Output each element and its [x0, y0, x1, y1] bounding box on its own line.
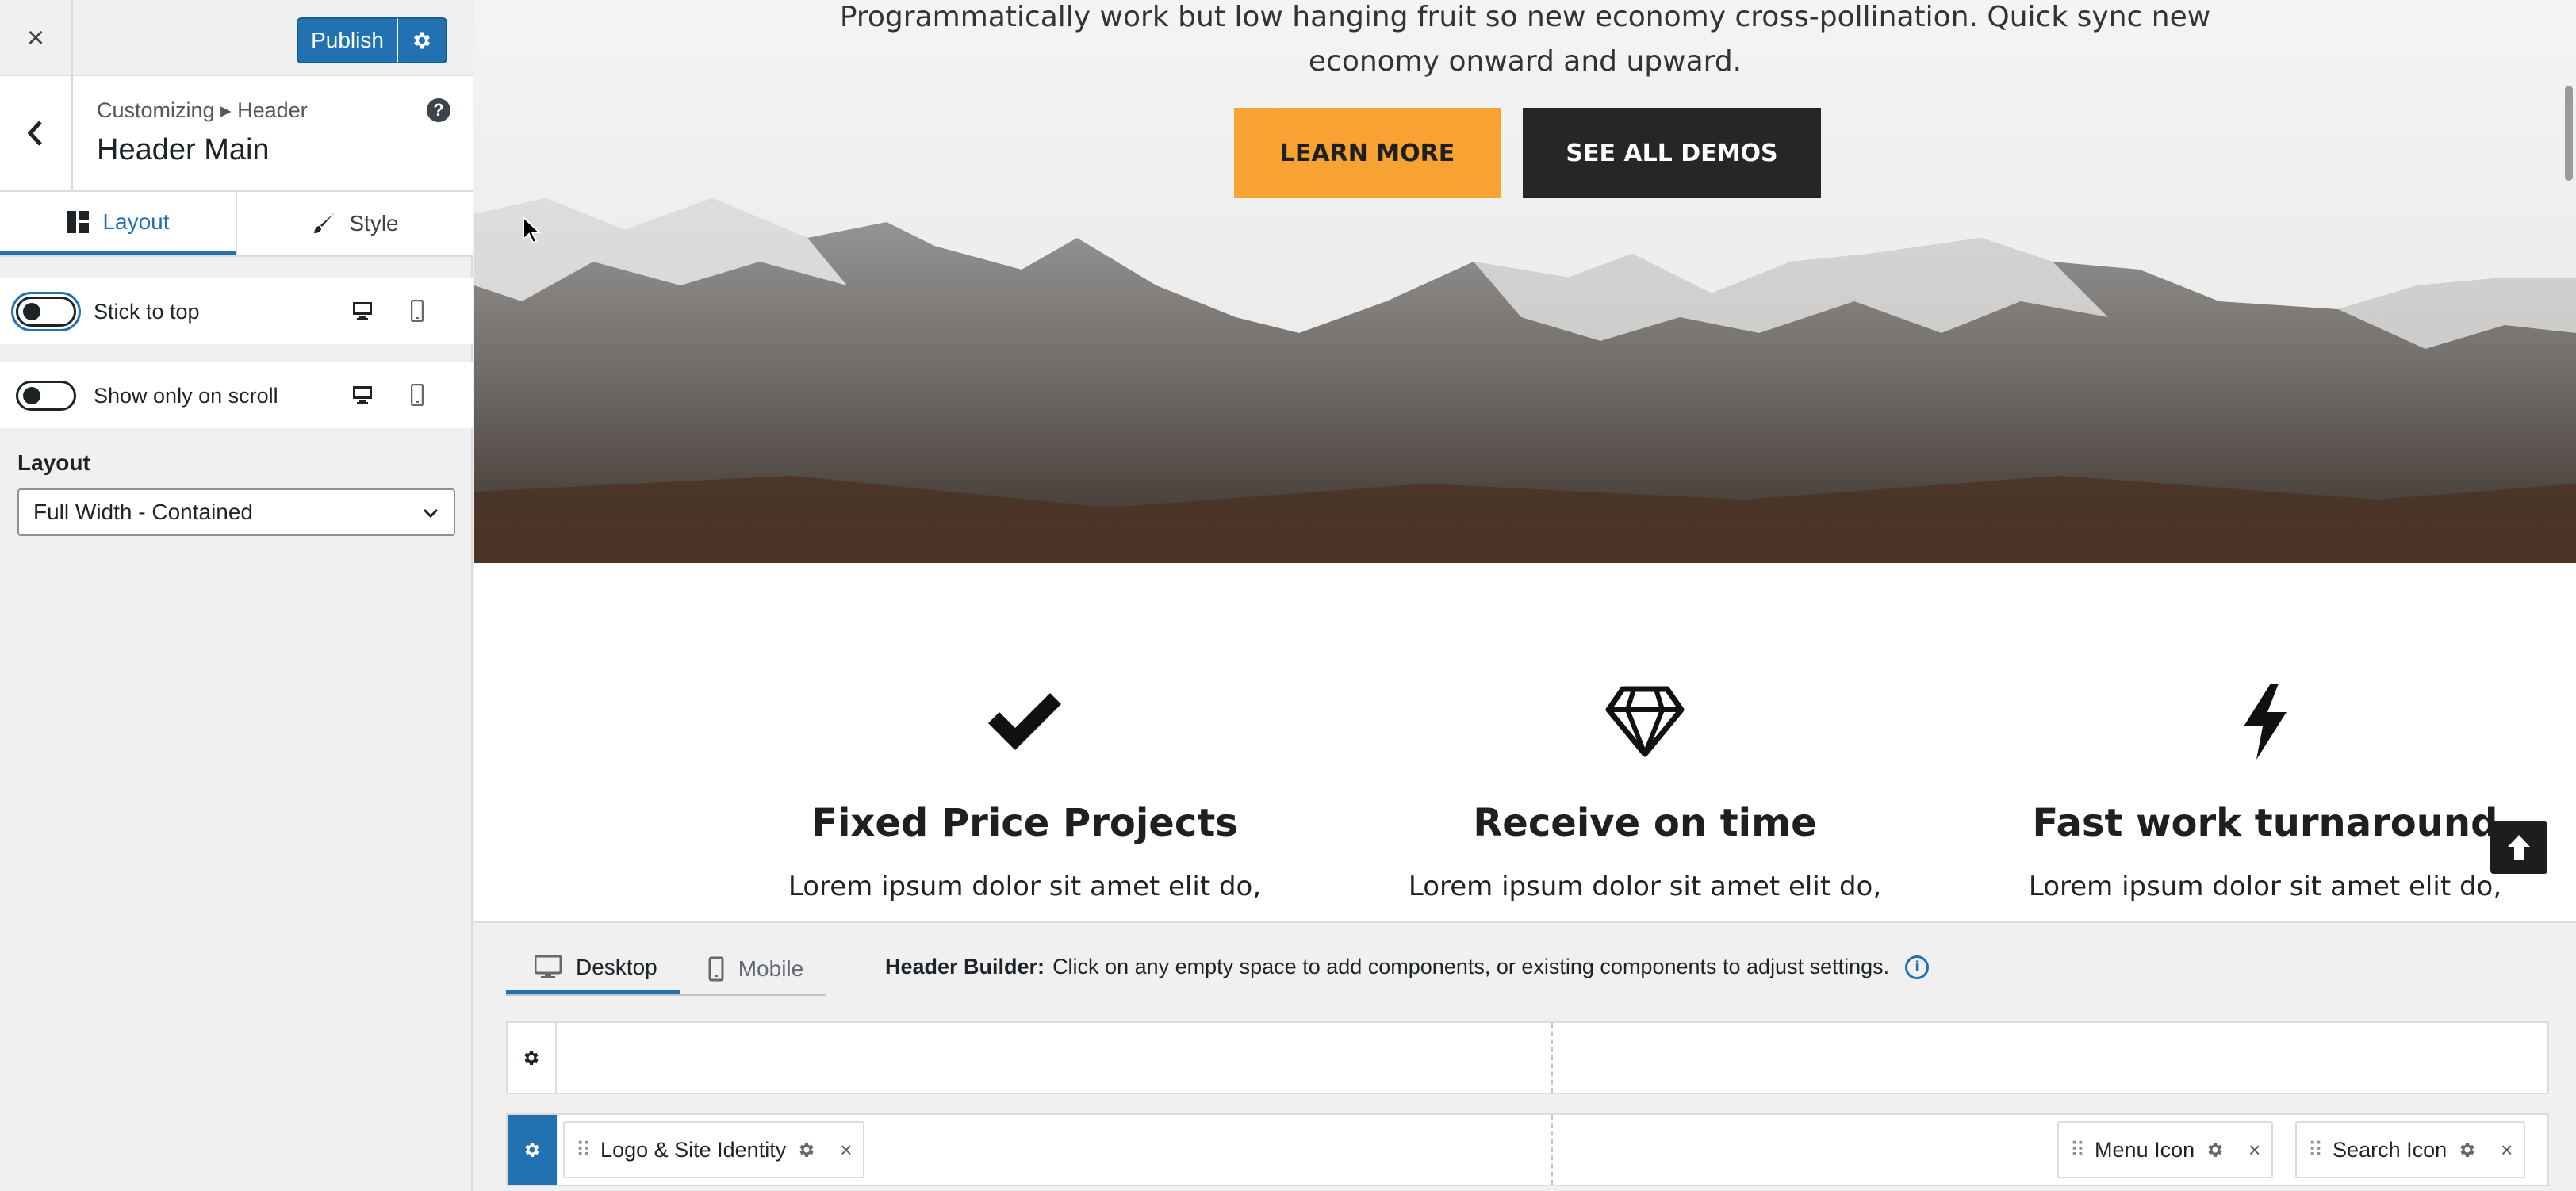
feature-text: Lorem ipsum dolor sit amet elit do,	[788, 871, 1262, 902]
see-all-demos-button[interactable]: SEE ALL DEMOS	[1523, 108, 1821, 198]
info-icon[interactable]: i	[1905, 955, 1930, 979]
layout-label: Layout	[17, 450, 90, 475]
component-menu-icon[interactable]: ⠿ Menu Icon ×	[2057, 1121, 2274, 1178]
tab-desktop-label: Desktop	[576, 954, 657, 979]
mobile-icon[interactable]	[411, 300, 424, 322]
tab-style[interactable]: Style	[236, 192, 473, 255]
feature-fixed-price: Fixed Price Projects Lorem ipsum dolor s…	[747, 682, 1302, 902]
gear-icon[interactable]	[2458, 1140, 2477, 1159]
drag-handle-icon[interactable]: ⠿	[2070, 1138, 2085, 1162]
help-icon[interactable]: ?	[427, 98, 450, 122]
drag-handle-icon[interactable]: ⠿	[576, 1138, 591, 1162]
desktop-icon[interactable]	[352, 301, 373, 320]
layout-select[interactable]: Full Width - Contained	[17, 488, 455, 536]
section-title: Header Main	[97, 133, 270, 167]
feature-receive-on-time: Receive on time Lorem ipsum dolor sit am…	[1367, 682, 1922, 902]
section-header: Customizing ▸ Header Header Main ?	[0, 76, 473, 192]
customizer-topbar: × Publish	[0, 0, 473, 76]
builder-device-tabs: Desktop Mobile	[506, 944, 826, 996]
hero-line-2: economy onward and upward.	[1308, 45, 1742, 78]
gear-icon[interactable]	[2206, 1140, 2225, 1159]
gear-icon	[525, 1143, 539, 1157]
diamond-icon	[1605, 686, 1685, 757]
drag-handle-icon[interactable]: ⠿	[2308, 1138, 2323, 1162]
component-logo-site-identity[interactable]: ⠿ Logo & Site Identity ×	[563, 1121, 865, 1178]
mountain-image	[474, 0, 2576, 563]
feature-text: Lorem ipsum dolor sit amet elit do,	[1408, 871, 1882, 902]
publish-settings-button[interactable]	[397, 17, 447, 63]
tab-style-label: Style	[349, 211, 399, 236]
remove-component-icon[interactable]: ×	[840, 1138, 852, 1162]
stick-to-top-label: Stick to top	[94, 300, 200, 324]
checkmark-icon	[988, 693, 1061, 750]
chevron-down-icon	[423, 508, 439, 519]
lightning-icon	[2244, 684, 2287, 760]
publish-group: Publish	[297, 17, 447, 63]
tab-mobile[interactable]: Mobile	[680, 944, 826, 994]
builder-info-bold: Header Builder:	[885, 955, 1045, 978]
mobile-icon[interactable]	[411, 384, 424, 406]
layout-icon	[67, 210, 90, 233]
mobile-icon	[708, 956, 724, 982]
tab-mobile-label: Mobile	[738, 956, 804, 981]
show-on-scroll-row: Show only on scroll	[0, 362, 473, 428]
arrow-up-icon	[2508, 835, 2530, 860]
panel-tabs: Layout Style	[0, 192, 473, 257]
mouse-cursor-icon	[523, 216, 541, 244]
close-customizer-button[interactable]: ×	[0, 0, 73, 76]
scroll-to-top-button[interactable]	[2490, 821, 2547, 874]
customizer-panel: × Publish Customizing ▸ Header Header Ma…	[0, 0, 473, 1191]
show-on-scroll-toggle[interactable]	[16, 381, 76, 411]
chevron-left-icon	[27, 121, 42, 146]
site-preview: Programmatically work but low hanging fr…	[474, 0, 2576, 921]
component-label: Menu Icon	[2095, 1137, 2195, 1162]
header-builder: Desktop Mobile Header Builder: Click on …	[474, 921, 2576, 1191]
gear-icon	[413, 32, 431, 49]
back-button[interactable]	[0, 76, 73, 190]
stick-to-top-row: Stick to top	[0, 278, 473, 344]
breadcrumb: Customizing ▸ Header	[97, 98, 308, 122]
preview-scrollbar[interactable]	[2565, 86, 2573, 181]
hero-line-1: Programmatically work but low hanging fr…	[839, 1, 2211, 33]
layout-select-value: Full Width - Contained	[33, 500, 254, 524]
gear-icon[interactable]	[797, 1140, 816, 1159]
row-divider	[1551, 1115, 1553, 1185]
publish-button[interactable]: Publish	[297, 17, 397, 63]
feature-title: Fixed Price Projects	[811, 801, 1238, 845]
component-label: Logo & Site Identity	[600, 1137, 787, 1162]
component-label: Search Icon	[2333, 1137, 2448, 1162]
row-settings-button[interactable]	[508, 1023, 557, 1093]
tab-layout-label: Layout	[102, 209, 170, 234]
builder-top-row[interactable]	[506, 1021, 2549, 1094]
feature-text: Lorem ipsum dolor sit amet elit do,	[2028, 871, 2502, 902]
feature-title: Fast work turnaround	[2032, 801, 2498, 845]
stick-to-top-toggle[interactable]	[16, 297, 76, 327]
builder-main-row[interactable]: ⠿ Logo & Site Identity × ⠿ Menu Icon × ⠿…	[506, 1113, 2549, 1186]
row-settings-button[interactable]	[508, 1115, 557, 1185]
component-search-icon[interactable]: ⠿ Search Icon ×	[2295, 1121, 2526, 1178]
row-divider	[1551, 1023, 1553, 1093]
remove-component-icon[interactable]: ×	[2248, 1138, 2260, 1162]
tab-desktop[interactable]: Desktop	[506, 944, 680, 994]
hero-section: Programmatically work but low hanging fr…	[474, 0, 2576, 563]
hero-text: Programmatically work but low hanging fr…	[474, 0, 2576, 84]
desktop-icon	[535, 955, 562, 978]
tab-layout[interactable]: Layout	[0, 192, 236, 255]
learn-more-button[interactable]: LEARN MORE	[1234, 108, 1501, 198]
remove-component-icon[interactable]: ×	[2501, 1138, 2513, 1162]
gear-icon	[524, 1051, 539, 1065]
feature-title: Receive on time	[1473, 801, 1817, 845]
builder-info-text: Header Builder: Click on any empty space…	[885, 955, 1930, 979]
brush-icon	[314, 213, 335, 233]
show-on-scroll-label: Show only on scroll	[94, 384, 278, 408]
desktop-icon[interactable]	[352, 385, 373, 404]
feature-fast-turnaround: Fast work turnaround Lorem ipsum dolor s…	[1988, 682, 2543, 902]
builder-info-message: Click on any empty space to add componen…	[1052, 955, 1890, 978]
